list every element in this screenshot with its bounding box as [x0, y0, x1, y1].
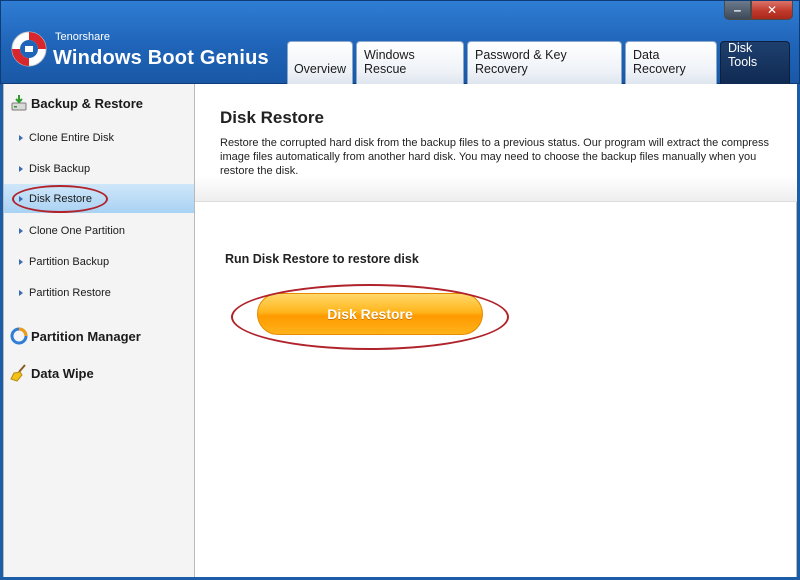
- disk-restore-button[interactable]: Disk Restore: [257, 293, 483, 335]
- close-button[interactable]: ✕: [751, 1, 793, 20]
- sidebar-item-label: Clone Entire Disk: [29, 131, 114, 144]
- backup-icon: [10, 94, 28, 112]
- main-tabs: Overview Windows Rescue Password & Key R…: [287, 39, 790, 85]
- sidebar-item-clone-entire-disk[interactable]: Clone Entire Disk: [4, 123, 194, 152]
- bullet-arrow-icon: [19, 165, 23, 172]
- sidebar-item-partition-restore[interactable]: Partition Restore: [4, 278, 194, 307]
- tab-windows-rescue[interactable]: Windows Rescue: [356, 41, 464, 85]
- sidebar-item-clone-one-partition[interactable]: Clone One Partition: [4, 216, 194, 245]
- sidebar-section-label: Backup & Restore: [31, 95, 143, 111]
- bullet-arrow-icon: [19, 258, 23, 265]
- broom-icon: [10, 364, 28, 382]
- sidebar-item-label: Disk Backup: [29, 162, 91, 175]
- window-controls: ‒ ✕: [724, 1, 793, 21]
- tab-disk-tools[interactable]: Disk Tools: [720, 41, 790, 85]
- bullet-arrow-icon: [19, 134, 23, 141]
- sidebar: Backup & Restore Clone Entire Disk Disk …: [3, 84, 195, 577]
- sidebar-item-disk-restore[interactable]: Disk Restore: [4, 184, 194, 213]
- partition-icon: [10, 327, 28, 345]
- brand-company: Tenorshare: [55, 31, 111, 43]
- minimize-button[interactable]: ‒: [724, 1, 751, 20]
- content-header: Disk Restore Restore the corrupted hard …: [195, 84, 797, 202]
- tab-data-recovery[interactable]: Data Recovery: [625, 41, 717, 85]
- sidebar-item-label: Partition Restore: [29, 286, 111, 299]
- bullet-arrow-icon: [19, 195, 23, 202]
- title-bar: Tenorshare Windows Boot Genius ‒ ✕ Overv…: [0, 0, 800, 85]
- sidebar-section-data-wipe[interactable]: Data Wipe: [4, 360, 194, 386]
- sidebar-item-partition-backup[interactable]: Partition Backup: [4, 247, 194, 276]
- brand-product-name: Windows Boot Genius: [53, 47, 269, 69]
- bullet-arrow-icon: [19, 289, 23, 296]
- sidebar-section-label: Partition Manager: [31, 328, 141, 344]
- sidebar-item-label: Clone One Partition: [29, 224, 125, 237]
- bullet-arrow-icon: [19, 227, 23, 234]
- sidebar-section-label: Data Wipe: [31, 365, 94, 381]
- sidebar-item-disk-backup[interactable]: Disk Backup: [4, 154, 194, 183]
- page-description: Restore the corrupted hard disk from the…: [220, 137, 770, 177]
- sidebar-item-label: Partition Backup: [29, 255, 110, 268]
- sidebar-section-backup-restore[interactable]: Backup & Restore: [4, 90, 194, 116]
- sidebar-item-label: Disk Restore: [29, 192, 92, 205]
- tab-password-key-recovery[interactable]: Password & Key Recovery: [467, 41, 622, 85]
- main-panel: Disk Restore Restore the corrupted hard …: [195, 84, 797, 577]
- sidebar-section-partition-manager[interactable]: Partition Manager: [4, 323, 194, 349]
- tab-overview[interactable]: Overview: [287, 41, 353, 85]
- run-instruction: Run Disk Restore to restore disk: [225, 252, 419, 266]
- page-title: Disk Restore: [220, 108, 324, 127]
- lifebuoy-logo-icon: [11, 31, 47, 67]
